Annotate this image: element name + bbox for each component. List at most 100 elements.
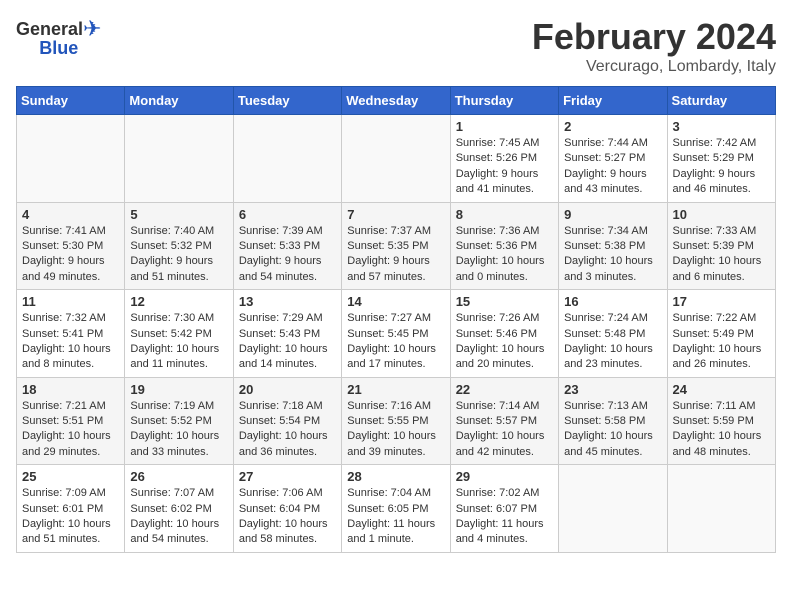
calendar-cell: 1Sunrise: 7:45 AMSunset: 5:26 PMDaylight…: [450, 115, 558, 203]
cell-day-number: 23: [564, 382, 661, 397]
calendar-cell: 11 Sunrise: 7:32 AMSunset: 5:41 PMDayligh…: [17, 290, 125, 378]
cell-info: Sunrise: 7:36 AMSunset: 5:36 PMDaylight:…: [456, 224, 553, 286]
cell-info: Sunrise: 7:24 AMSunset: 5:48 PMDaylight:…: [564, 311, 661, 373]
cell-info: Sunrise: 7:29 AMSunset: 5:43 PMDaylight:…: [239, 311, 336, 373]
calendar-cell: [667, 465, 775, 553]
cell-info: Sunrise: 7:32 AMSunset: 5:41 PMDaylight:…: [22, 311, 119, 373]
calendar-cell: 21 Sunrise: 7:16 AMSunset: 5:55 PMDayligh…: [342, 377, 450, 465]
calendar-cell: 28Sunrise: 7:04 AMSunset: 6:05 PMDayligh…: [342, 465, 450, 553]
calendar-cell: 6Sunrise: 7:39 AMSunset: 5:33 PMDaylight…: [233, 202, 341, 290]
calendar-cell: [233, 115, 341, 203]
calendar-cell: 9 Sunrise: 7:34 AMSunset: 5:38 PMDaylight…: [559, 202, 667, 290]
cell-day-number: 25: [22, 469, 119, 484]
weekday-header-cell: Monday: [125, 87, 233, 115]
cell-day-number: 19: [130, 382, 227, 397]
calendar-cell: 25 Sunrise: 7:09 AMSunset: 6:01 PMDayligh…: [17, 465, 125, 553]
logo-general: General: [16, 19, 83, 40]
cell-day-number: 24: [673, 382, 770, 397]
cell-day-number: 21: [347, 382, 444, 397]
cell-info: Sunrise: 7:07 AMSunset: 6:02 PMDaylight:…: [130, 486, 227, 548]
cell-day-number: 8: [456, 207, 553, 222]
calendar-cell: [342, 115, 450, 203]
cell-info: Sunrise: 7:14 AMSunset: 5:57 PMDaylight:…: [456, 399, 553, 461]
weekday-header-cell: Sunday: [17, 87, 125, 115]
cell-info: Sunrise: 7:09 AMSunset: 6:01 PMDaylight:…: [22, 486, 119, 548]
calendar-subtitle: Vercurago, Lombardy, Italy: [532, 58, 776, 76]
calendar-cell: 8 Sunrise: 7:36 AMSunset: 5:36 PMDaylight…: [450, 202, 558, 290]
weekday-header-cell: Friday: [559, 87, 667, 115]
cell-day-number: 26: [130, 469, 227, 484]
weekday-header-cell: Saturday: [667, 87, 775, 115]
calendar-cell: 13Sunrise: 7:29 AMSunset: 5:43 PMDayligh…: [233, 290, 341, 378]
cell-info: Sunrise: 7:27 AMSunset: 5:45 PMDaylight:…: [347, 311, 444, 373]
cell-info: Sunrise: 7:26 AMSunset: 5:46 PMDaylight:…: [456, 311, 553, 373]
cell-info: Sunrise: 7:39 AMSunset: 5:33 PMDaylight:…: [239, 224, 336, 286]
calendar-cell: 5 Sunrise: 7:40 AMSunset: 5:32 PMDaylight…: [125, 202, 233, 290]
cell-day-number: 14: [347, 294, 444, 309]
calendar-cell: 4 Sunrise: 7:41 AMSunset: 5:30 PMDaylight…: [17, 202, 125, 290]
cell-day-number: 9: [564, 207, 661, 222]
calendar-cell: 16 Sunrise: 7:24 AMSunset: 5:48 PMDayligh…: [559, 290, 667, 378]
logo: General ✈ Blue: [16, 16, 101, 59]
cell-info: Sunrise: 7:18 AMSunset: 5:54 PMDaylight:…: [239, 399, 336, 461]
calendar-cell: 10Sunrise: 7:33 AMSunset: 5:39 PMDayligh…: [667, 202, 775, 290]
cell-day-number: 22: [456, 382, 553, 397]
cell-day-number: 18: [22, 382, 119, 397]
cell-day-number: 12: [130, 294, 227, 309]
cell-info: Sunrise: 7:40 AMSunset: 5:32 PMDaylight:…: [130, 224, 227, 286]
cell-info: Sunrise: 7:19 AMSunset: 5:52 PMDaylight:…: [130, 399, 227, 461]
calendar-cell: 18 Sunrise: 7:21 AMSunset: 5:51 PMDayligh…: [17, 377, 125, 465]
cell-day-number: 27: [239, 469, 336, 484]
calendar-cell: 24Sunrise: 7:11 AMSunset: 5:59 PMDayligh…: [667, 377, 775, 465]
calendar-week-row: 1Sunrise: 7:45 AMSunset: 5:26 PMDaylight…: [17, 115, 776, 203]
calendar-cell: 7Sunrise: 7:37 AMSunset: 5:35 PMDaylight…: [342, 202, 450, 290]
cell-day-number: 16: [564, 294, 661, 309]
cell-info: Sunrise: 7:13 AMSunset: 5:58 PMDaylight:…: [564, 399, 661, 461]
cell-day-number: 7: [347, 207, 444, 222]
calendar-cell: [125, 115, 233, 203]
cell-day-number: 2: [564, 119, 661, 134]
calendar-cell: 3 Sunrise: 7:42 AMSunset: 5:29 PMDaylight…: [667, 115, 775, 203]
cell-info: Sunrise: 7:30 AMSunset: 5:42 PMDaylight:…: [130, 311, 227, 373]
calendar-cell: 27 Sunrise: 7:06 AMSunset: 6:04 PMDayligh…: [233, 465, 341, 553]
cell-day-number: 28: [347, 469, 444, 484]
calendar-cell: 26 Sunrise: 7:07 AMSunset: 6:02 PMDayligh…: [125, 465, 233, 553]
calendar-cell: 12 Sunrise: 7:30 AMSunset: 5:42 PMDayligh…: [125, 290, 233, 378]
cell-day-number: 17: [673, 294, 770, 309]
cell-info: Sunrise: 7:02 AMSunset: 6:07 PMDaylight:…: [456, 486, 553, 548]
calendar-cell: 29Sunrise: 7:02 AMSunset: 6:07 PMDayligh…: [450, 465, 558, 553]
calendar-cell: 17 Sunrise: 7:22 AMSunset: 5:49 PMDayligh…: [667, 290, 775, 378]
weekday-header-row: SundayMondayTuesdayWednesdayThursdayFrid…: [17, 87, 776, 115]
calendar-week-row: 4 Sunrise: 7:41 AMSunset: 5:30 PMDaylight…: [17, 202, 776, 290]
cell-info: Sunrise: 7:41 AMSunset: 5:30 PMDaylight:…: [22, 224, 119, 286]
calendar-week-row: 11 Sunrise: 7:32 AMSunset: 5:41 PMDayligh…: [17, 290, 776, 378]
cell-day-number: 15: [456, 294, 553, 309]
calendar-cell: 15 Sunrise: 7:26 AMSunset: 5:46 PMDayligh…: [450, 290, 558, 378]
logo-bird-icon: ✈: [83, 16, 101, 42]
cell-day-number: 4: [22, 207, 119, 222]
weekday-header-cell: Wednesday: [342, 87, 450, 115]
cell-day-number: 5: [130, 207, 227, 222]
weekday-header-cell: Tuesday: [233, 87, 341, 115]
cell-day-number: 10: [673, 207, 770, 222]
cell-info: Sunrise: 7:06 AMSunset: 6:04 PMDaylight:…: [239, 486, 336, 548]
cell-day-number: 3: [673, 119, 770, 134]
calendar-table: SundayMondayTuesdayWednesdayThursdayFrid…: [16, 86, 776, 553]
cell-day-number: 11: [22, 294, 119, 309]
calendar-cell: 22 Sunrise: 7:14 AMSunset: 5:57 PMDayligh…: [450, 377, 558, 465]
calendar-week-row: 25 Sunrise: 7:09 AMSunset: 6:01 PMDayligh…: [17, 465, 776, 553]
cell-info: Sunrise: 7:22 AMSunset: 5:49 PMDaylight:…: [673, 311, 770, 373]
cell-info: Sunrise: 7:42 AMSunset: 5:29 PMDaylight:…: [673, 136, 770, 198]
cell-info: Sunrise: 7:45 AMSunset: 5:26 PMDaylight:…: [456, 136, 553, 198]
calendar-cell: [559, 465, 667, 553]
calendar-cell: 14 Sunrise: 7:27 AMSunset: 5:45 PMDayligh…: [342, 290, 450, 378]
header-area: General ✈ Blue February 2024 Vercurago, …: [16, 16, 776, 76]
cell-info: Sunrise: 7:16 AMSunset: 5:55 PMDaylight:…: [347, 399, 444, 461]
calendar-cell: 2Sunrise: 7:44 AMSunset: 5:27 PMDaylight…: [559, 115, 667, 203]
cell-info: Sunrise: 7:34 AMSunset: 5:38 PMDaylight:…: [564, 224, 661, 286]
cell-info: Sunrise: 7:21 AMSunset: 5:51 PMDaylight:…: [22, 399, 119, 461]
cell-day-number: 20: [239, 382, 336, 397]
weekday-header-cell: Thursday: [450, 87, 558, 115]
calendar-cell: [17, 115, 125, 203]
calendar-cell: 23 Sunrise: 7:13 AMSunset: 5:58 PMDayligh…: [559, 377, 667, 465]
